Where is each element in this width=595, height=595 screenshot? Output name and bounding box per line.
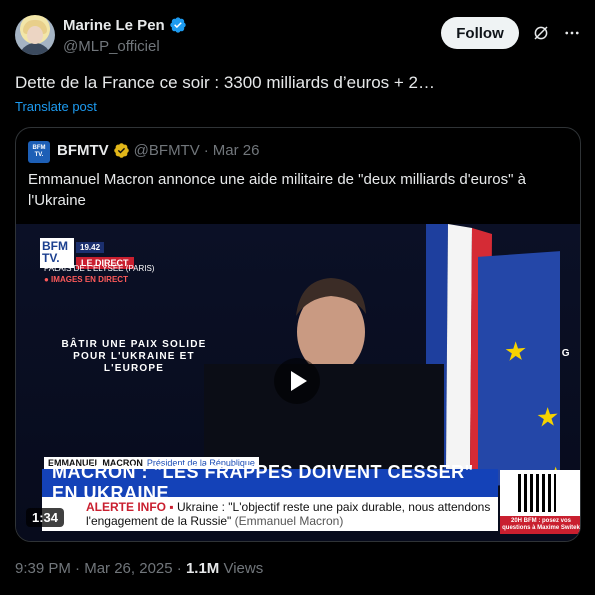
bfmtv-avatar[interactable]: BFM TV. <box>28 141 50 163</box>
live-images-label: ● IMAGES EN DIRECT <box>44 275 128 284</box>
more-icon[interactable] <box>563 24 581 42</box>
author-handle[interactable]: @MLP_officiel <box>63 38 160 55</box>
play-icon[interactable] <box>291 371 307 391</box>
live-place: PALAIS DE L'ÉLYSÉE (PARIS) <box>44 264 155 273</box>
gold-verified-badge-icon <box>113 143 129 158</box>
quoted-post-header: BFMTV @BFMTV · Mar 26 <box>57 142 259 159</box>
quoted-author-handle: @BFMTV <box>133 142 200 159</box>
separator-dot: · <box>203 142 209 159</box>
eu-flag: ★ ★ ★ <box>478 251 567 492</box>
post-time[interactable]: 9:39 PM <box>15 560 71 577</box>
author-name[interactable]: Marine Le Pen <box>63 17 165 34</box>
author-avatar[interactable] <box>15 15 55 55</box>
post-date[interactable]: Mar 26, 2025 <box>84 560 172 577</box>
news-ticker: ALERTE INFO ▪ Ukraine : "L'objectif rest… <box>42 497 498 531</box>
quoted-post-date: Mar 26 <box>212 142 260 159</box>
translate-post-link[interactable]: Translate post <box>15 99 97 114</box>
grok-icon[interactable] <box>532 24 550 42</box>
quoted-author-name: BFMTV <box>57 142 109 159</box>
video-duration: 1:34 <box>26 508 65 527</box>
live-time: 19.42 <box>76 242 105 253</box>
post-meta: 9:39 PM · Mar 26, 2025 · 1.1M Views <box>15 560 264 577</box>
video-headline-banner: MACRON : "LES FRAPPES DOIVENT CESSER" EN… <box>42 462 498 503</box>
post-text: Dette de la France ce soir : 3300 millia… <box>15 73 436 92</box>
views-count: 1.1M <box>185 560 220 577</box>
video-player[interactable]: BFM TV. 19.42 LE DIRECT PALAIS DE L'ÉLYSÉ… <box>16 224 580 541</box>
qr-code-icon <box>518 474 556 512</box>
views-label: Views <box>223 560 264 577</box>
quoted-post-text: Emmanuel Macron annonce une aide militai… <box>28 171 526 209</box>
follow-button[interactable]: Follow <box>441 17 519 49</box>
qr-caption: 20H BFM : posez vos questions à Maxime S… <box>500 516 580 534</box>
post-header: Marine Le Pen @MLP_officiel Follow <box>0 0 595 70</box>
verified-badge-icon <box>170 17 186 33</box>
author-name-row: Marine Le Pen <box>63 16 187 34</box>
backdrop-slogan: BÂTIR UNE PAIX SOLIDE POUR L'UKRAINE ET … <box>61 339 207 374</box>
quoted-post[interactable]: BFM TV. BFMTV @BFMTV · Mar 26 Emmanuel Ma… <box>15 127 581 542</box>
